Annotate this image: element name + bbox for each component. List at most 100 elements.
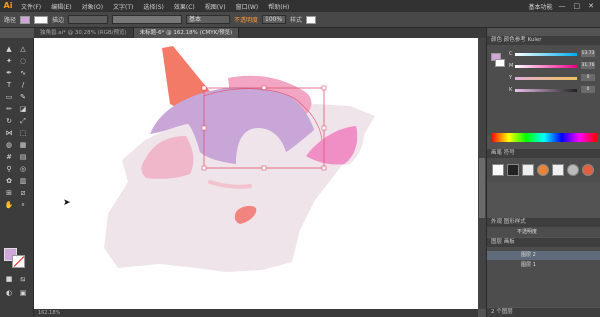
workspace-switcher[interactable]: 基本功能 xyxy=(522,2,558,11)
maximize-button[interactable]: □ xyxy=(574,2,581,10)
tab-unicorn-doc[interactable]: 独角兽.ai* @ 30.28% (RGB/预览) xyxy=(34,28,134,38)
brush-swatch-3[interactable] xyxy=(522,164,534,176)
fill-swatch[interactable] xyxy=(20,15,31,24)
appearance-panel-tabs[interactable]: 外观 图形样式 xyxy=(487,218,600,227)
cyan-slider-row: C 13.73 xyxy=(509,50,599,57)
brush-swatch-7[interactable] xyxy=(582,164,594,176)
curvature-tool-icon[interactable]: ∿ xyxy=(18,68,28,78)
hand-tool-icon[interactable]: ✋ xyxy=(4,200,14,210)
brush-swatch-4[interactable] xyxy=(537,164,549,176)
layer-1-label[interactable]: 图层 1 xyxy=(521,261,536,270)
magenta-slider[interactable] xyxy=(515,65,577,68)
black-value[interactable]: 0 xyxy=(581,86,595,93)
vertical-scrollbar[interactable] xyxy=(478,38,486,309)
layers-panel: 图层 2 图层 1 xyxy=(487,247,600,307)
artboard-tool-icon[interactable]: ⊞ xyxy=(4,188,14,198)
pencil-tool-icon[interactable]: ✏ xyxy=(4,104,14,114)
stroke-swatch[interactable] xyxy=(34,15,49,24)
control-bar: 路径 描边 基本 不透明度 100% 样式 xyxy=(0,12,600,28)
perspective-grid-tool-icon[interactable]: ▦ xyxy=(18,140,28,150)
brushes-panel-tabs[interactable]: 画笔 符号 xyxy=(487,149,600,158)
mesh-tool-icon[interactable]: # xyxy=(4,152,14,162)
variable-width-profile[interactable] xyxy=(112,15,183,24)
tab-untitled-6[interactable]: 未标题-6* @ 162.18% (CMYK/预览) xyxy=(133,28,240,38)
yellow-value[interactable]: 0 xyxy=(581,74,595,81)
menu-edit[interactable]: 编辑(E) xyxy=(46,2,76,11)
yellow-slider[interactable] xyxy=(515,77,577,80)
cyan-label: C xyxy=(509,51,513,57)
shape-builder-tool-icon[interactable]: ◍ xyxy=(4,140,14,150)
type-tool-icon[interactable]: T xyxy=(4,80,14,90)
zoom-level[interactable]: 162.18% xyxy=(38,310,60,316)
menu-window[interactable]: 窗口(W) xyxy=(231,2,264,11)
stroke-label: 描边 xyxy=(52,17,65,24)
lasso-tool-icon[interactable]: ◌ xyxy=(18,56,28,66)
screen-mode-icon[interactable]: ▣ xyxy=(18,288,28,298)
scrollbar-thumb[interactable] xyxy=(479,158,485,218)
rectangle-tool-icon[interactable]: ▭ xyxy=(4,92,14,102)
menu-help[interactable]: 帮助(H) xyxy=(263,2,294,11)
magenta-value[interactable]: 31.76 xyxy=(581,62,595,69)
color-mode-icon[interactable]: ■ xyxy=(4,274,14,284)
none-mode-icon[interactable]: ⧅ xyxy=(18,274,28,284)
cyan-slider[interactable] xyxy=(515,53,577,56)
layers-panel-tabs[interactable]: 图层 画板 xyxy=(487,238,600,247)
menu-type[interactable]: 文字(T) xyxy=(108,2,138,11)
eraser-tool-icon[interactable]: ◪ xyxy=(18,104,28,114)
opacity-field[interactable]: 100% xyxy=(262,15,287,24)
stroke-weight-field[interactable] xyxy=(68,15,109,24)
menu-select[interactable]: 选择(S) xyxy=(138,2,169,11)
document-canvas[interactable] xyxy=(34,38,478,309)
slice-tool-icon[interactable]: ⧄ xyxy=(18,188,28,198)
pen-tool-icon[interactable]: ✒ xyxy=(4,68,14,78)
artboard[interactable] xyxy=(34,38,478,309)
yellow-slider-row: Y 0 xyxy=(509,74,599,81)
menu-file[interactable]: 文件(F) xyxy=(16,2,46,11)
color-panel-tabs[interactable]: 颜色 颜色参考 Kuler xyxy=(487,36,600,45)
graphic-style-swatch[interactable] xyxy=(306,15,317,24)
menu-object[interactable]: 对象(O) xyxy=(77,2,108,11)
line-tool-icon[interactable]: / xyxy=(18,80,28,90)
minimize-button[interactable]: — xyxy=(559,2,566,10)
direct-selection-tool-icon[interactable]: △ xyxy=(18,44,28,54)
appearance-opacity-row[interactable]: 不透明度 xyxy=(517,228,537,235)
stroke-color-box[interactable] xyxy=(12,255,25,268)
yellow-label: Y xyxy=(509,75,513,81)
black-slider[interactable] xyxy=(515,89,577,92)
free-transform-tool-icon[interactable]: ⬚ xyxy=(18,128,28,138)
document-tabs: 独角兽.ai* @ 30.28% (RGB/预览) 未标题-6* @ 162.1… xyxy=(34,28,486,38)
black-label: K xyxy=(509,87,513,93)
brush-swatch-6[interactable] xyxy=(567,164,579,176)
gradient-tool-icon[interactable]: ▤ xyxy=(18,152,28,162)
menu-effect[interactable]: 效果(C) xyxy=(169,2,200,11)
draw-mode-icon[interactable]: ◐ xyxy=(4,288,14,298)
eyedropper-tool-icon[interactable]: ⚲ xyxy=(4,164,14,174)
selection-tool-icon[interactable]: ▲ xyxy=(4,44,14,54)
cyan-value[interactable]: 13.73 xyxy=(581,50,595,57)
tools-panel: ▲ △ ✦ ◌ ✒ ∿ T / ▭ ✎ ✏ ◪ ↻ ⤢ ⋈ ⬚ ◍ ▦ # ▤ … xyxy=(0,38,34,317)
illustrator-window: Ai 文件(F) 编辑(E) 对象(O) 文字(T) 选择(S) 效果(C) 视… xyxy=(0,0,600,317)
layer-row-1[interactable]: 图层 1 xyxy=(487,261,600,270)
symbol-sprayer-tool-icon[interactable]: ✿ xyxy=(4,176,14,186)
unicorn-artwork[interactable] xyxy=(34,38,478,309)
width-tool-icon[interactable]: ⋈ xyxy=(4,128,14,138)
menu-view[interactable]: 视图(V) xyxy=(200,2,231,11)
close-button[interactable]: ✕ xyxy=(588,2,594,10)
paintbrush-tool-icon[interactable]: ✎ xyxy=(18,92,28,102)
column-graph-tool-icon[interactable]: ▥ xyxy=(18,176,28,186)
opacity-label[interactable]: 不透明度 xyxy=(234,15,258,24)
magic-wand-tool-icon[interactable]: ✦ xyxy=(4,56,14,66)
right-panels: 颜色 颜色参考 Kuler C 13.73 M 31.76 Y 0 K 0 画笔… xyxy=(486,28,600,317)
color-spectrum-bar[interactable] xyxy=(491,133,597,142)
color-stroke-swatch[interactable] xyxy=(495,59,505,67)
brush-swatch-5[interactable] xyxy=(552,164,564,176)
rotate-tool-icon[interactable]: ↻ xyxy=(4,116,14,126)
layer-row-2[interactable]: 图层 2 xyxy=(487,251,600,260)
scale-tool-icon[interactable]: ⤢ xyxy=(18,116,28,126)
brush-swatch-2[interactable] xyxy=(507,164,519,176)
zoom-tool-icon[interactable]: ⚬ xyxy=(18,200,28,210)
brush-swatch-1[interactable] xyxy=(492,164,504,176)
layer-2-label[interactable]: 图层 2 xyxy=(521,251,536,260)
brush-definition[interactable]: 基本 xyxy=(186,15,231,24)
blend-tool-icon[interactable]: ◎ xyxy=(18,164,28,174)
